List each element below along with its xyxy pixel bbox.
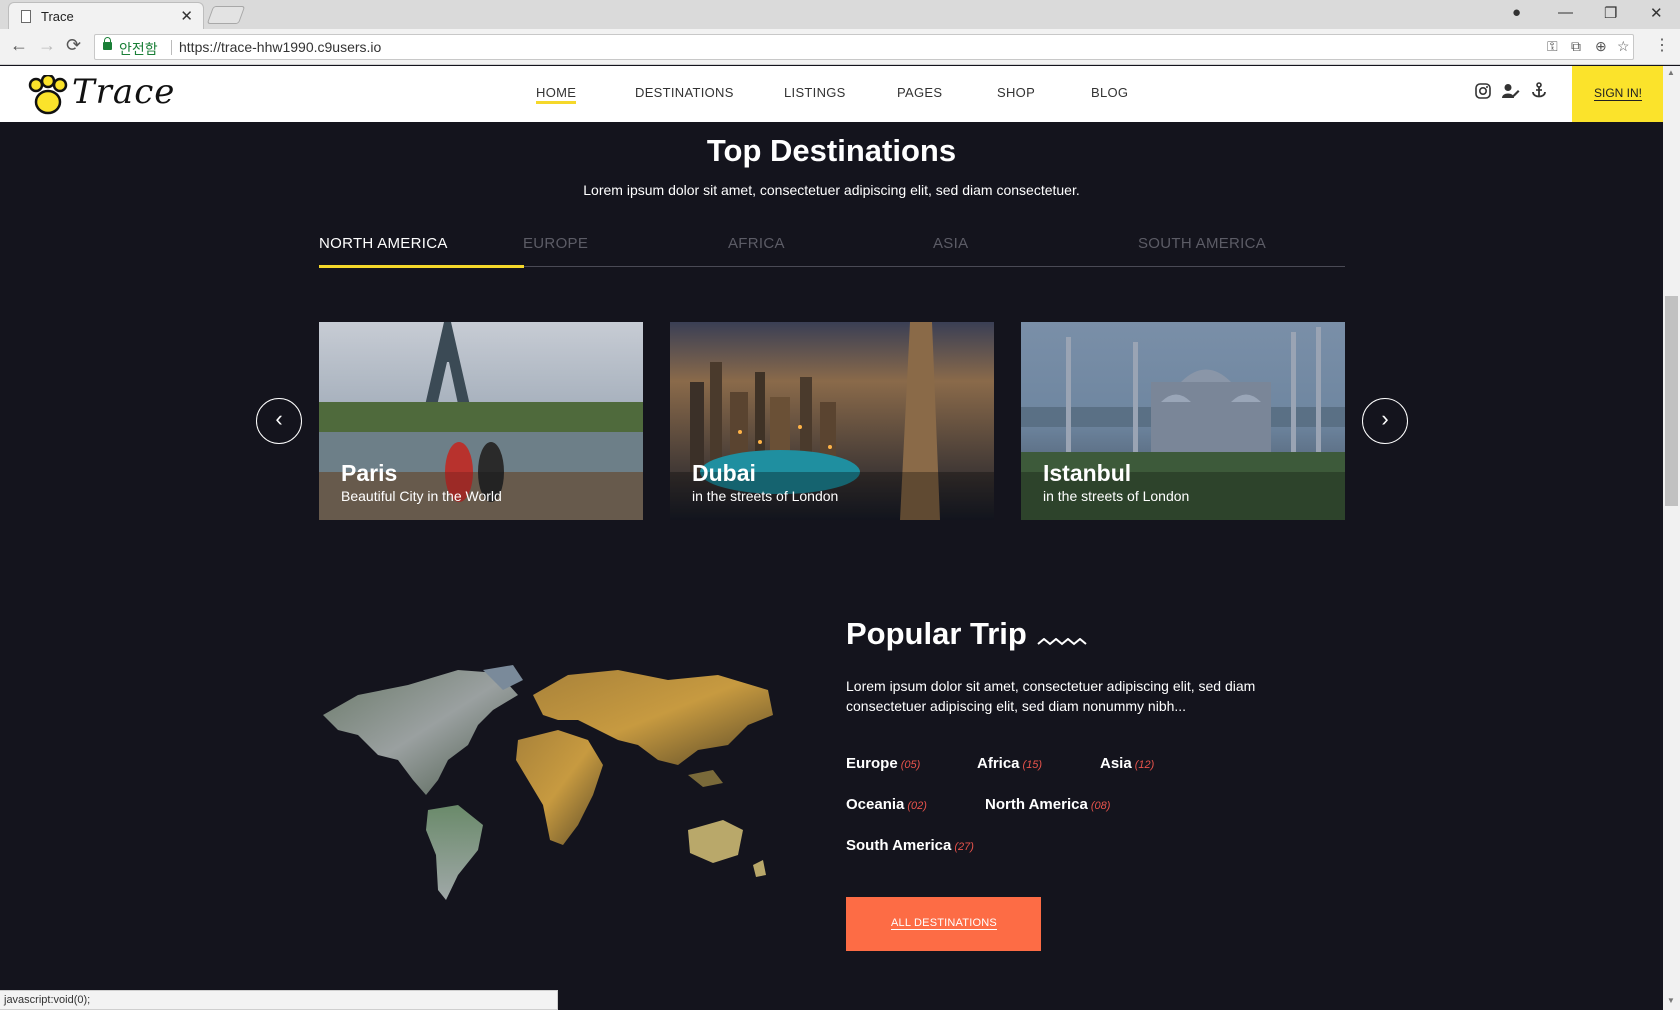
card-subtitle: in the streets of London <box>1043 488 1190 504</box>
destination-card-istanbul[interactable]: Istanbul in the streets of London <box>1021 322 1345 520</box>
continent-name: South America <box>846 837 952 854</box>
nav-pages[interactable]: PAGES <box>897 85 942 100</box>
secure-label: 안전함 <box>119 41 158 57</box>
page-icon <box>21 10 31 23</box>
card-title: Istanbul <box>1043 460 1132 486</box>
continent-link-africa[interactable]: Africa (15) <box>977 755 1042 772</box>
bookmark-star-icon[interactable]: ☆ <box>1617 38 1630 55</box>
nav-blog[interactable]: BLOG <box>1091 85 1128 100</box>
back-button[interactable]: ← <box>10 35 28 56</box>
site-header: Trace HOME DESTINATIONS LISTINGS PAGES S… <box>0 66 1663 122</box>
sign-in-label: SIGN IN! <box>1594 86 1643 101</box>
continent-count: (08) <box>1090 800 1111 812</box>
continent-count: (12) <box>1134 759 1155 771</box>
lock-icon <box>103 37 112 50</box>
continent-name: Europe <box>846 755 898 772</box>
status-text: javascript:void(0); <box>4 994 91 1006</box>
top-destinations-subtitle: Lorem ipsum dolor sit amet, consectetuer… <box>583 182 1080 198</box>
card-subtitle: Beautiful City in the World <box>341 488 502 504</box>
forward-button[interactable]: → <box>38 35 56 56</box>
instagram-icon[interactable] <box>1475 83 1491 99</box>
browser-toolbar: ← → ⟳ 안전함 https://trace-hhw1990.c9users.… <box>0 29 1680 65</box>
divider <box>171 40 172 55</box>
continent-name: North America <box>985 796 1088 813</box>
tab-close-icon[interactable]: ✕ <box>180 7 193 25</box>
nav-home[interactable]: HOME <box>536 85 577 104</box>
close-window-button[interactable]: ✕ <box>1650 4 1663 22</box>
top-destinations-title: Top Destinations <box>706 133 957 168</box>
world-map-image <box>323 665 773 900</box>
nav-shop[interactable]: SHOP <box>997 85 1035 100</box>
tab-africa[interactable]: AFRICA <box>728 235 785 252</box>
browser-status-bar: javascript:void(0); <box>0 990 558 1010</box>
restore-button[interactable]: ❐ <box>1604 4 1617 22</box>
tab-europe[interactable]: EUROPE <box>523 235 588 252</box>
translate-icon[interactable]: ⧉ <box>1571 38 1581 55</box>
card-title: Paris <box>341 460 398 486</box>
url-text[interactable]: https://trace-hhw1990.c9users.io <box>179 39 381 55</box>
scroll-up-icon[interactable]: ▲ <box>1667 68 1675 77</box>
reload-button[interactable]: ⟳ <box>66 35 81 56</box>
user-edit-icon[interactable] <box>1502 83 1520 99</box>
zoom-icon[interactable]: ⊕ <box>1595 38 1607 55</box>
continent-name: Africa <box>977 755 1020 772</box>
all-destinations-label: ALL DESTINATIONS <box>891 917 997 930</box>
profile-icon[interactable]: ● <box>1512 4 1521 21</box>
paw-logo-icon[interactable] <box>28 75 68 115</box>
carousel-prev-button[interactable]: ‹ <box>256 398 302 444</box>
continent-name: Asia <box>1100 755 1132 772</box>
continent-count: (15) <box>1022 759 1043 771</box>
nav-listings[interactable]: LISTINGS <box>784 85 846 100</box>
key-icon[interactable]: ⚿ <box>1547 38 1558 55</box>
browser-tab[interactable]: Trace ✕ <box>8 2 204 29</box>
all-destinations-button[interactable]: ALL DESTINATIONS <box>846 897 1041 951</box>
destination-card-paris[interactable]: Paris Beautiful City in the World <box>319 322 643 520</box>
active-tab-indicator <box>319 265 524 268</box>
tab-title: Trace <box>41 9 74 24</box>
sign-in-button[interactable]: SIGN IN! <box>1572 66 1663 122</box>
popular-trip-title: Popular Trip <box>846 616 1027 651</box>
scroll-thumb[interactable] <box>1665 296 1678 506</box>
continent-link-europe[interactable]: Europe (05) <box>846 755 920 772</box>
continent-link-south-america[interactable]: South America (27) <box>846 837 974 854</box>
browser-tabstrip: Trace ✕ ● — ❐ ✕ <box>0 0 1680 29</box>
nav-destinations[interactable]: DESTINATIONS <box>635 85 734 100</box>
wave-icon <box>1037 638 1087 646</box>
scroll-down-icon[interactable]: ▼ <box>1667 996 1675 1005</box>
card-title: Dubai <box>692 460 756 486</box>
anchor-icon[interactable] <box>1532 82 1546 99</box>
address-bar[interactable]: 안전함 https://trace-hhw1990.c9users.io ⚿ ⧉… <box>94 34 1634 60</box>
continent-count: (27) <box>954 841 974 853</box>
new-tab-button[interactable] <box>206 6 246 24</box>
continent-link-north-america[interactable]: North America (08) <box>985 796 1110 813</box>
popular-trip-description: Lorem ipsum dolor sit amet, consectetuer… <box>846 678 1256 714</box>
tab-asia[interactable]: ASIA <box>933 235 968 252</box>
carousel-next-button[interactable]: › <box>1362 398 1408 444</box>
continent-link-oceania[interactable]: Oceania (02) <box>846 796 927 813</box>
browser-menu-icon[interactable]: ⋮ <box>1654 35 1670 55</box>
continent-name: Oceania <box>846 796 905 813</box>
minimize-button[interactable]: — <box>1558 4 1573 21</box>
page-scrollbar[interactable]: ▲ ▼ <box>1663 66 1680 1010</box>
continent-link-asia[interactable]: Asia (12) <box>1100 755 1154 772</box>
continent-count: (02) <box>907 800 927 812</box>
tab-south-america[interactable]: SOUTH AMERICA <box>1138 235 1266 252</box>
continent-count: (05) <box>900 759 921 771</box>
card-subtitle: in the streets of London <box>692 488 839 504</box>
destination-card-dubai[interactable]: Dubai in the streets of London <box>670 322 994 520</box>
logo-text[interactable]: Trace <box>72 72 175 112</box>
tab-north-america[interactable]: NORTH AMERICA <box>319 235 448 252</box>
